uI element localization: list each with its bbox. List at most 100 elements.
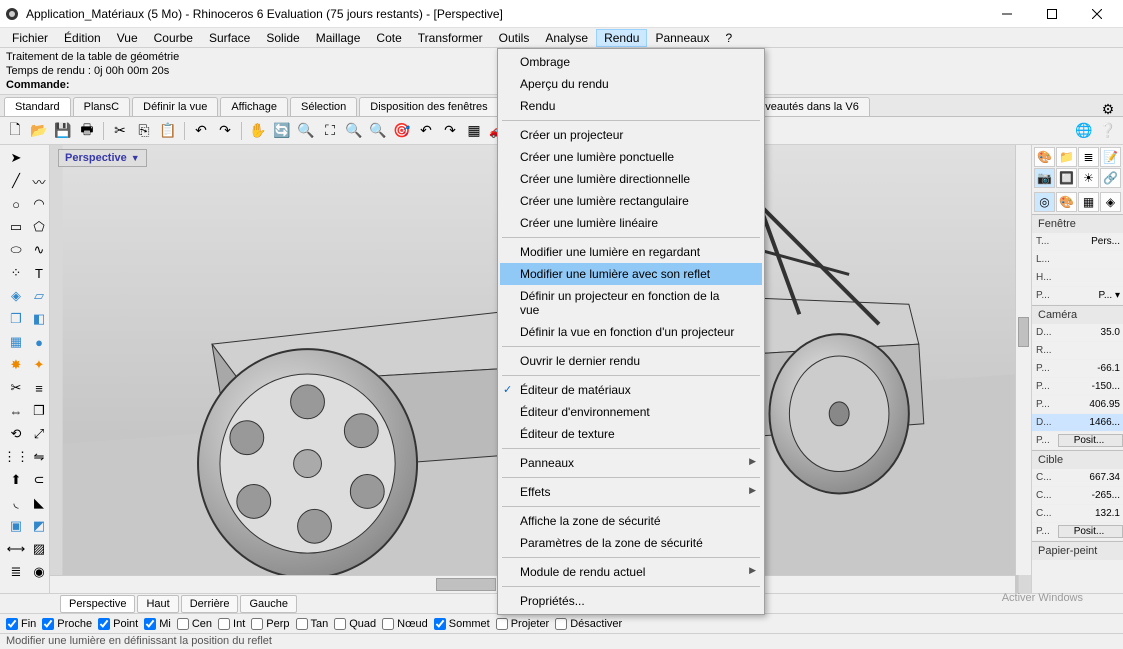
menu-item[interactable]: Créer une lumière linéaire bbox=[500, 212, 762, 234]
polyline-icon[interactable]: 〰 bbox=[31, 170, 47, 192]
tab-materials-icon[interactable]: 🎨 bbox=[1034, 147, 1055, 167]
sphere-icon[interactable]: ● bbox=[31, 331, 47, 353]
globe-icon[interactable]: 🌐 bbox=[1073, 120, 1095, 142]
dimension-icon[interactable]: ⟷ bbox=[2, 538, 30, 560]
menu-item[interactable]: Créer une lumière directionnelle bbox=[500, 168, 762, 190]
property-value[interactable]: P... ▾ bbox=[1058, 290, 1123, 301]
circle-icon[interactable]: ○ bbox=[2, 193, 30, 215]
pointer-icon[interactable]: ➤ bbox=[2, 147, 30, 169]
mesh-icon[interactable]: ▦ bbox=[2, 331, 30, 353]
property-value[interactable]: 35.0 bbox=[1058, 327, 1123, 338]
osnap-int[interactable]: Int bbox=[218, 618, 245, 630]
osnap-désactiver[interactable]: Désactiver bbox=[555, 618, 622, 630]
menu-édition[interactable]: Édition bbox=[56, 29, 109, 47]
viewport-tab[interactable]: Gauche bbox=[240, 595, 297, 613]
zoom-icon[interactable]: 🔍 bbox=[343, 120, 365, 142]
property-value[interactable]: Pers... bbox=[1058, 236, 1123, 247]
explode-icon[interactable]: ✸ bbox=[2, 354, 30, 376]
osnap-perp[interactable]: Perp bbox=[251, 618, 289, 630]
box-icon[interactable]: ❐ bbox=[2, 308, 30, 330]
menu-item[interactable]: Créer un projecteur bbox=[500, 124, 762, 146]
tab-display-icon[interactable]: 🔲 bbox=[1056, 168, 1077, 188]
tab-notes-icon[interactable]: 📝 bbox=[1100, 147, 1121, 167]
menu-item[interactable]: Créer une lumière ponctuelle bbox=[500, 146, 762, 168]
menu-item[interactable]: Définir un projecteur en fonction de la … bbox=[500, 285, 762, 321]
print-icon[interactable]: 🖶 bbox=[76, 120, 98, 142]
tab-sun-icon[interactable]: ☀ bbox=[1078, 168, 1099, 188]
offset-icon[interactable]: ⊂ bbox=[31, 469, 47, 491]
osnap-sommet[interactable]: Sommet bbox=[434, 618, 490, 630]
menu-item[interactable]: Affiche la zone de sécurité bbox=[500, 510, 762, 532]
menu-item[interactable]: Effets▶ bbox=[500, 481, 762, 503]
menu-item[interactable]: Modifier une lumière avec son reflet bbox=[500, 263, 762, 285]
osnap-mi[interactable]: Mi bbox=[144, 618, 171, 630]
open-icon[interactable]: 📂 bbox=[28, 120, 50, 142]
layer-icon[interactable]: ≣ bbox=[2, 561, 30, 583]
property-value[interactable]: 132.1 bbox=[1058, 508, 1123, 519]
osnap-fin[interactable]: Fin bbox=[6, 618, 36, 630]
menu-outils[interactable]: Outils bbox=[491, 29, 538, 47]
gear-icon[interactable]: ⚙ bbox=[1097, 98, 1119, 120]
viewport-title[interactable]: Perspective ▼ bbox=[58, 149, 147, 167]
menu-item[interactable]: Éditeur d'environnement bbox=[500, 401, 762, 423]
redo-icon[interactable]: ↷ bbox=[214, 120, 236, 142]
zoom-in-icon[interactable]: 🔍 bbox=[295, 120, 317, 142]
rectangle-icon[interactable]: ▭ bbox=[2, 216, 30, 238]
menu-item[interactable]: Propriétés... bbox=[500, 590, 762, 612]
line-icon[interactable]: ╱ bbox=[2, 170, 30, 192]
help-icon[interactable]: ❔ bbox=[1097, 120, 1119, 142]
text-icon[interactable]: T bbox=[31, 262, 47, 284]
osnap-cen[interactable]: Cen bbox=[177, 618, 212, 630]
osnap-tan[interactable]: Tan bbox=[296, 618, 329, 630]
tab-render-icon[interactable]: 📷 bbox=[1034, 168, 1055, 188]
join-icon[interactable]: ✦ bbox=[31, 354, 47, 376]
copy-icon[interactable]: ❐ bbox=[31, 400, 47, 422]
tab-texture-icon[interactable]: ▦ bbox=[1078, 192, 1099, 212]
curve-icon[interactable]: ∿ bbox=[31, 239, 47, 261]
menu-cote[interactable]: Cote bbox=[368, 29, 409, 47]
menu-vue[interactable]: Vue bbox=[109, 29, 146, 47]
menu-item[interactable]: Panneaux▶ bbox=[500, 452, 762, 474]
menu-surface[interactable]: Surface bbox=[201, 29, 258, 47]
copy-icon[interactable]: ⎘ bbox=[133, 120, 155, 142]
undo-icon[interactable]: ↶ bbox=[190, 120, 212, 142]
tab-folder-icon[interactable]: 📁 bbox=[1056, 147, 1077, 167]
new-icon[interactable]: 🗋 bbox=[4, 120, 26, 142]
menu-analyse[interactable]: Analyse bbox=[537, 29, 596, 47]
menu-solide[interactable]: Solide bbox=[258, 29, 307, 47]
toolbar-tab[interactable]: Définir la vue bbox=[132, 97, 218, 116]
osnap-point[interactable]: Point bbox=[98, 618, 138, 630]
viewport-tab[interactable]: Derrière bbox=[181, 595, 239, 613]
property-value[interactable]: -265... bbox=[1058, 490, 1123, 501]
viewport-layout-icon[interactable]: ▦ bbox=[463, 120, 485, 142]
menu-item[interactable]: Paramètres de la zone de sécurité bbox=[500, 532, 762, 554]
save-icon[interactable]: 💾 bbox=[52, 120, 74, 142]
fillet-icon[interactable]: ◟ bbox=[2, 492, 30, 514]
zoom-icon[interactable]: 🔍 bbox=[367, 120, 389, 142]
menu-?[interactable]: ? bbox=[717, 29, 740, 47]
tab-layers-icon[interactable]: ≣ bbox=[1078, 147, 1099, 167]
property-button[interactable]: Posit... bbox=[1058, 434, 1123, 447]
property-value[interactable]: -150... bbox=[1058, 381, 1123, 392]
menu-item[interactable]: Définir la vue en fonction d'un projecte… bbox=[500, 321, 762, 343]
osnap-projeter[interactable]: Projeter bbox=[496, 618, 550, 630]
mirror-icon[interactable]: ⇋ bbox=[31, 446, 47, 468]
menu-item[interactable]: Rendu bbox=[500, 95, 762, 117]
menu-transformer[interactable]: Transformer bbox=[410, 29, 491, 47]
menu-item[interactable]: Modifier une lumière en regardant bbox=[500, 241, 762, 263]
osnap-nœud[interactable]: Nœud bbox=[382, 618, 428, 630]
maximize-button[interactable] bbox=[1029, 0, 1074, 28]
toolbar-tab[interactable]: Sélection bbox=[290, 97, 357, 116]
property-button[interactable]: Posit... bbox=[1058, 525, 1123, 538]
tab-decal-icon[interactable]: ◈ bbox=[1100, 192, 1121, 212]
property-value[interactable]: -66.1 bbox=[1058, 363, 1123, 374]
menu-item[interactable]: Créer une lumière rectangulaire bbox=[500, 190, 762, 212]
properties-icon[interactable]: ◉ bbox=[31, 561, 47, 583]
ellipse-icon[interactable]: ⬭ bbox=[2, 239, 30, 261]
undo-view-icon[interactable]: ↶ bbox=[415, 120, 437, 142]
tab-link-icon[interactable]: 🔗 bbox=[1100, 168, 1121, 188]
menu-fichier[interactable]: Fichier bbox=[4, 29, 56, 47]
osnap-quad[interactable]: Quad bbox=[334, 618, 376, 630]
menu-item[interactable]: Ombrage bbox=[500, 51, 762, 73]
close-button[interactable] bbox=[1074, 0, 1119, 28]
